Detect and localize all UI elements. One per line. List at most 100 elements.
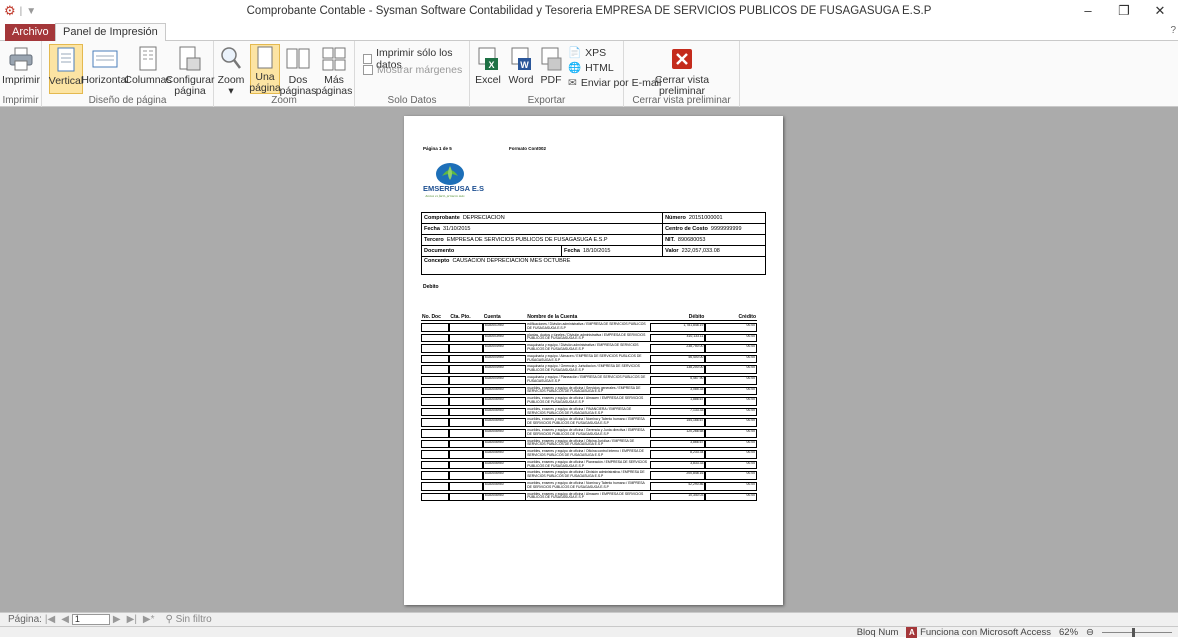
- filter-status[interactable]: ⚲ Sin filtro: [158, 614, 212, 625]
- columns-button[interactable]: Columnas: [124, 44, 172, 86]
- cuenta-cell: 5330004950: [482, 365, 527, 374]
- group-print: Imprimir Imprimir: [0, 41, 42, 107]
- doc-cell: [421, 450, 450, 459]
- zoom-button[interactable]: Zoom ▾: [218, 44, 244, 97]
- fecha2-value: 18/10/2015: [582, 248, 611, 254]
- minimize-button[interactable]: –: [1070, 0, 1106, 22]
- doc-cell: [421, 407, 450, 417]
- close-preview-button[interactable]: Cerrar vista preliminar: [644, 44, 720, 97]
- status-right: Bloq Num A Funciona con Microsoft Access…: [857, 627, 1172, 638]
- more-pages-button[interactable]: Más páginas: [315, 44, 353, 97]
- ribbon-help-icon[interactable]: ?: [1170, 25, 1176, 36]
- cuenta-cell: 5330006950: [482, 481, 527, 491]
- print-data-only-check[interactable]: [363, 54, 373, 64]
- report-page[interactable]: Página 1 de 5 Formato Cont002 EMSERFUSA …: [404, 116, 783, 605]
- tercero-label: Tercero: [424, 237, 444, 243]
- pdf-label: PDF: [540, 74, 562, 86]
- nombre-cell: maquinaria y equipo / Planeación / EMPRE…: [526, 375, 650, 385]
- maximize-button[interactable]: ❐: [1106, 0, 1142, 22]
- doc-cell: [421, 397, 450, 406]
- page-nav-label: Página:: [8, 614, 42, 625]
- export-xps-button[interactable]: 📄 XPS: [568, 46, 606, 60]
- col-cuenta: Cuenta: [482, 314, 527, 321]
- close-window-button[interactable]: ✕: [1142, 0, 1178, 22]
- show-margins-checkbox[interactable]: Mostrar márgenes: [363, 64, 462, 76]
- table-row: 5330006950 muebles, enseres y equipo de o…: [421, 470, 757, 480]
- landscape-button[interactable]: Horizontal: [81, 44, 129, 86]
- col-doc: No. Doc: [421, 314, 450, 321]
- zoom-out-icon[interactable]: ⊖: [1086, 627, 1094, 638]
- cta-cell: [449, 354, 483, 364]
- doc-cell: [421, 365, 450, 374]
- comprobante-label: Comprobante: [424, 215, 460, 221]
- table-row: 5330006950 muebles, enseres y equipo de o…: [421, 492, 757, 502]
- doc-cell: [421, 323, 450, 332]
- export-html-button[interactable]: 🌐 HTML: [568, 61, 614, 75]
- cta-cell: [449, 450, 483, 459]
- prev-page-icon[interactable]: ◀: [58, 614, 72, 625]
- table-row: 5330004950 maquinaria y equipo / Almacen …: [421, 354, 757, 364]
- doc-cell: [421, 481, 450, 491]
- num-lock-indicator: Bloq Num: [856, 627, 899, 638]
- table-row: 5330006950 muebles, enseres y equipo de o…: [421, 396, 757, 406]
- qat-customize-icon[interactable]: ▼: [26, 6, 36, 17]
- export-excel-button[interactable]: X Excel: [474, 44, 502, 86]
- cta-cell: [449, 323, 483, 332]
- credito-cell: 00.00: [705, 397, 757, 406]
- one-page-button[interactable]: Una página: [249, 44, 281, 94]
- table-row: 5330004950 maquinaria y equipo / División…: [421, 343, 757, 353]
- show-margins-check[interactable]: [363, 65, 373, 75]
- last-page-icon[interactable]: ▶|: [124, 614, 140, 625]
- export-pdf-button[interactable]: PDF: [538, 44, 564, 86]
- zoom-slider[interactable]: [1102, 628, 1172, 637]
- new-page-icon[interactable]: ▶*: [140, 614, 158, 625]
- debito-cell: 5,467.90: [649, 375, 706, 385]
- table-row: 5330001950 edificaciones / División admin…: [421, 322, 757, 332]
- export-word-button[interactable]: W Word: [506, 44, 536, 86]
- credito-cell: 00.00: [705, 439, 757, 449]
- table-row: 5330004950 maquinaria y equipo / Gerencia…: [421, 365, 757, 374]
- close-preview-icon: [671, 44, 693, 74]
- debito-cell: 238,750.00: [649, 344, 706, 353]
- group-close: Cerrar vista preliminar Cerrar vista pre…: [624, 41, 740, 107]
- page-number-input[interactable]: 1: [71, 614, 110, 625]
- print-button[interactable]: Imprimir: [2, 44, 40, 86]
- first-page-icon[interactable]: |◀: [42, 614, 58, 625]
- next-page-icon[interactable]: ▶: [110, 614, 124, 625]
- preview-workspace[interactable]: Página 1 de 5 Formato Cont002 EMSERFUSA …: [0, 107, 1178, 612]
- ribbon: Imprimir Imprimir Vertical Horizontal Co…: [0, 41, 1178, 107]
- debito-cell: 42,290.86: [649, 481, 706, 491]
- group-zoom: Zoom ▾ Una página Dos páginas Más página…: [214, 41, 355, 107]
- credito-cell: 00.00: [705, 344, 757, 353]
- credito-cell: 00.00: [705, 481, 757, 491]
- page-setup-button[interactable]: Configurar página: [165, 44, 215, 97]
- numero-value: 20151000001: [688, 215, 723, 221]
- access-app-icon[interactable]: ⚙: [4, 3, 16, 19]
- html-icon: 🌐: [568, 62, 582, 74]
- two-pages-button[interactable]: Dos páginas: [280, 44, 316, 97]
- nombre-cell: muebles, enseres y equipo de oficina / O…: [526, 439, 650, 449]
- group-page-layout: Vertical Horizontal Columnas Configurar …: [42, 41, 215, 107]
- credito-cell: 00.00: [705, 386, 757, 396]
- tab-print-preview[interactable]: Panel de Impresión: [55, 23, 166, 42]
- debito-cell: 3,866.67: [649, 439, 706, 449]
- doc-cell: [421, 418, 450, 427]
- table-row: 5330006950 muebles, enseres y equipo de o…: [421, 407, 757, 417]
- debito-cell: 120,266.68: [649, 428, 706, 438]
- zoom-level[interactable]: 62%: [1059, 627, 1078, 638]
- cta-cell: [449, 481, 483, 491]
- tab-file[interactable]: Archivo: [5, 24, 56, 41]
- debito-section-label: Debito: [423, 284, 439, 290]
- nombre-cell: muebles, enseres y equipo de oficina / A…: [526, 492, 650, 502]
- access-indicator: A Funciona con Microsoft Access: [906, 627, 1051, 638]
- credito-cell: 00.00: [705, 333, 757, 343]
- credito-cell: 00.00: [705, 450, 757, 459]
- filter-label: Sin filtro: [175, 614, 212, 625]
- svg-text:X: X: [488, 60, 494, 70]
- cuenta-cell: 5330004950: [482, 344, 527, 353]
- print-label: Imprimir: [2, 74, 40, 86]
- debito-cell: 7,133.33: [649, 407, 706, 417]
- portrait-button[interactable]: Vertical: [49, 44, 83, 94]
- quick-access-toolbar: ⚙ | ▼: [0, 3, 60, 19]
- nombre-cell: maquinaria y equipo / Almacen / EMPRESA …: [526, 354, 650, 364]
